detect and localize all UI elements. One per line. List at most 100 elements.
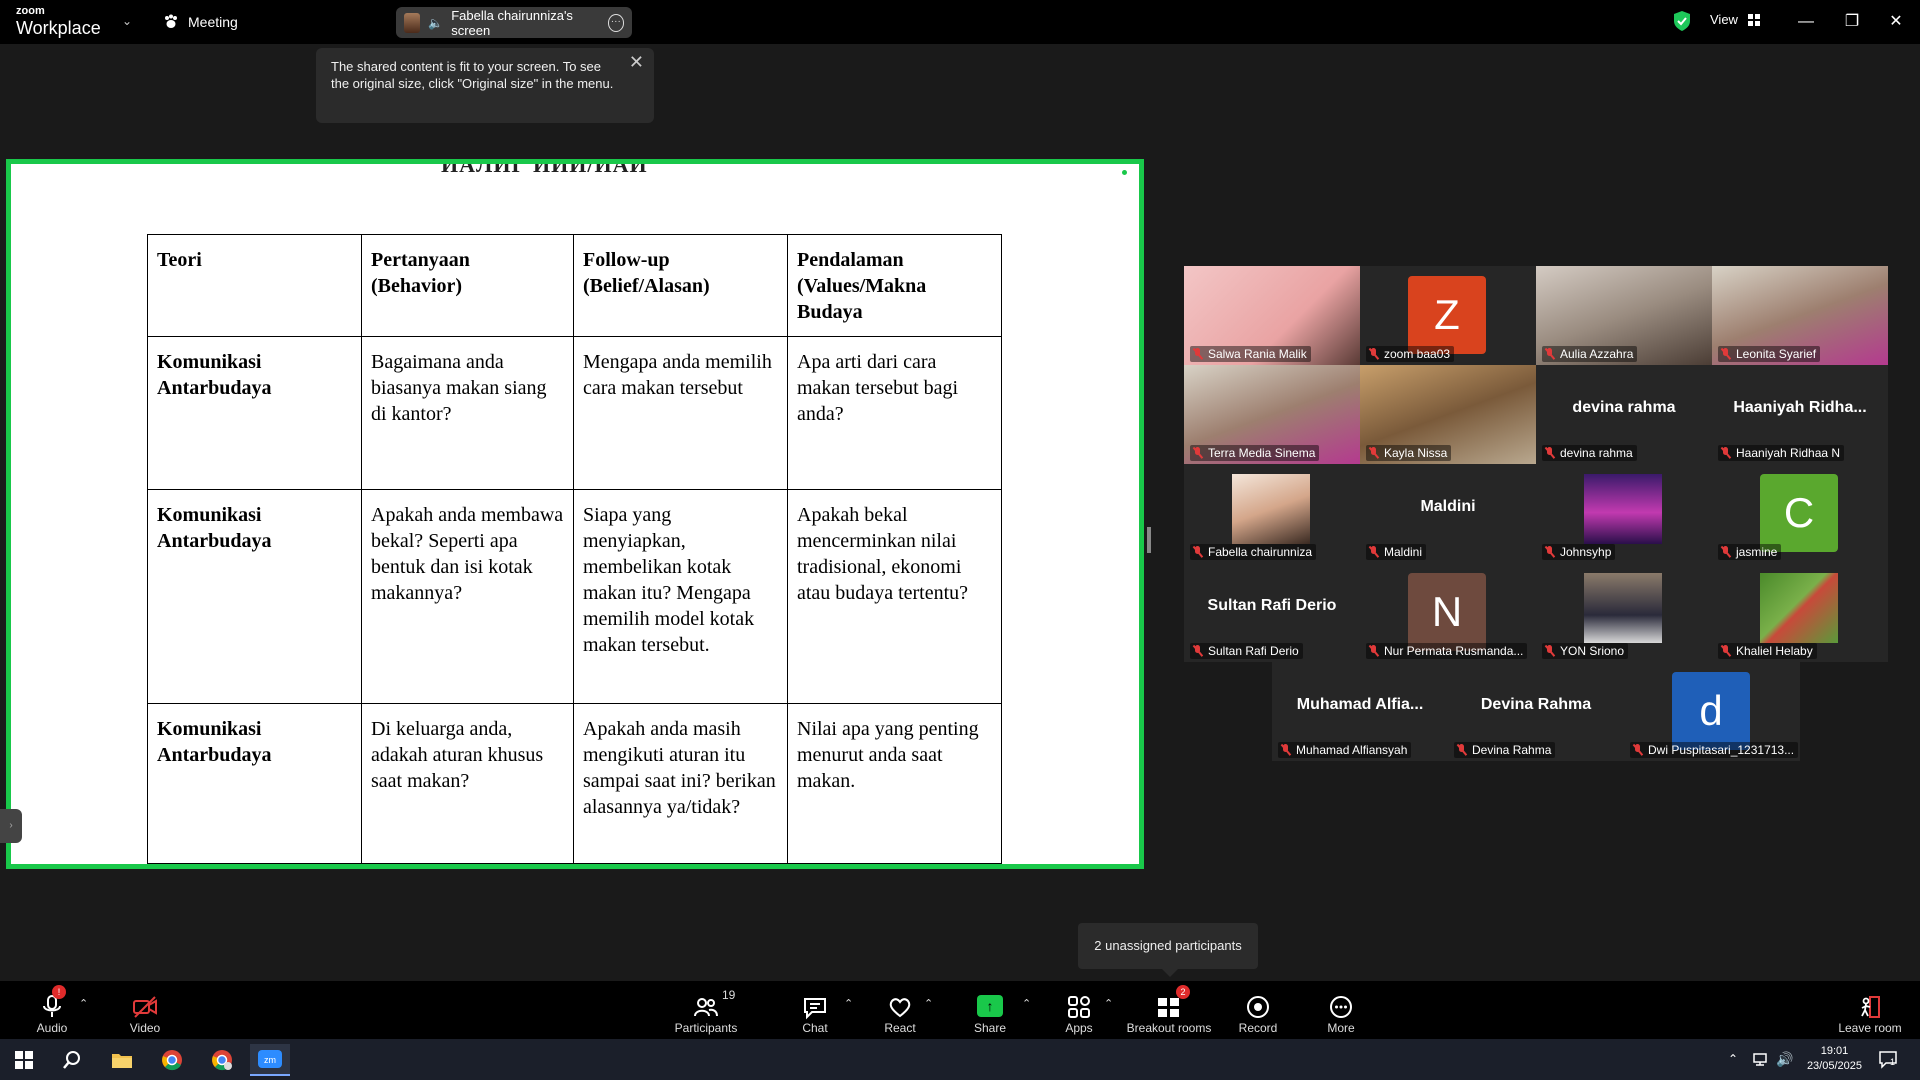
view-button[interactable]: View (1710, 12, 1760, 27)
participant-name-label: devina rahma (1542, 445, 1637, 461)
notification-center-button[interactable]: 1 (1878, 1049, 1898, 1069)
participant-tile[interactable]: Cjasmine (1712, 464, 1888, 563)
chevron-down-icon[interactable]: ⌄ (122, 14, 132, 28)
file-explorer-button[interactable] (102, 1044, 142, 1076)
zoom-taskbar-button[interactable]: zm (250, 1044, 290, 1076)
mic-muted-icon (1544, 348, 1556, 360)
unassigned-participants-tooltip: 2 unassigned participants (1078, 923, 1258, 977)
participant-tile[interactable]: Johnsyhp (1536, 464, 1712, 563)
shield-check-icon[interactable] (1672, 10, 1692, 32)
chat-icon (804, 998, 826, 1020)
participant-name-label: Leonita Syarief (1718, 346, 1821, 362)
screen-share-indicator[interactable]: 🔈 Fabella chairunniza's screen ··· (396, 7, 632, 38)
participant-tile[interactable]: Fabella chairunniza (1184, 464, 1360, 563)
participant-tile[interactable]: Kayla Nissa (1360, 365, 1536, 464)
show-hidden-icons[interactable]: ⌃ (1728, 1039, 1738, 1080)
apps-options-caret[interactable]: ⌃ (1104, 997, 1113, 1010)
table-cell: Komunikasi Antarbudaya (147, 703, 362, 864)
share-button[interactable]: ↑ Share (974, 987, 1006, 1035)
close-button[interactable]: ✕ (1882, 8, 1910, 36)
mic-muted-icon (1368, 348, 1380, 360)
more-button[interactable]: More (1324, 987, 1358, 1035)
participant-tile[interactable]: Aulia Azzahra (1536, 266, 1712, 365)
participant-tile[interactable]: d Dwi Puspitasari_1231713... (1624, 662, 1800, 761)
shared-screen[interactable]: ИАЛИГ ИИИ/ИАИ Teori Pertanyaan (Behavior… (6, 159, 1144, 869)
search-button[interactable] (52, 1044, 92, 1076)
participant-tile[interactable]: Devina Rahma Devina Rahma (1448, 662, 1624, 761)
meeting-label: Meeting (188, 14, 238, 30)
record-button[interactable]: Record (1238, 987, 1278, 1035)
participant-tile[interactable]: Muhamad Alfia... Muhamad Alfiansyah (1272, 662, 1448, 761)
participant-display-name: Maldini (1420, 498, 1476, 515)
chat-label: Chat (802, 1021, 828, 1035)
participant-name-label: Johnsyhp (1542, 544, 1616, 560)
table-row: Komunikasi Antarbudaya Apakah anda memba… (147, 489, 1002, 704)
participant-tile[interactable]: Khaliel Helaby (1712, 563, 1888, 662)
volume-icon[interactable]: 🔊 (1776, 1039, 1793, 1080)
participant-tile[interactable]: Maldini Maldini (1360, 464, 1536, 563)
table-cell: Mengapa anda memilih cara makan tersebut (573, 336, 788, 490)
svg-text:zm: zm (264, 1055, 276, 1065)
participant-tile[interactable]: Zzoom baa03 (1360, 266, 1536, 365)
participant-tile[interactable]: Haaniyah Ridha... Haaniyah Ridhaa N (1712, 365, 1888, 464)
participants-label: Participants (674, 1021, 738, 1035)
participant-tile[interactable]: Sultan Rafi Derio Sultan Rafi Derio (1184, 563, 1360, 662)
resize-splitter[interactable] (1147, 527, 1151, 553)
mic-muted-icon (1720, 546, 1732, 558)
participant-tile[interactable]: Leonita Syarief (1712, 266, 1888, 365)
participant-name-label: YON Sriono (1542, 643, 1629, 659)
restore-button[interactable]: ❐ (1838, 8, 1866, 36)
participant-profile-photo (1232, 474, 1310, 544)
video-label: Video (129, 1021, 161, 1035)
more-icon (1330, 996, 1352, 1018)
record-icon (1247, 996, 1269, 1018)
apps-button[interactable]: Apps (1064, 987, 1094, 1035)
participant-display-name: Haaniyah Ridha... (1733, 399, 1867, 416)
participant-name-label: Maldini (1366, 544, 1427, 560)
title-bar: zoom Workplace ⌄ Meeting 🔈 Fabella chair… (0, 0, 1920, 44)
participants-button[interactable]: Participants 19 (674, 987, 738, 1035)
expand-panel-handle[interactable]: › (0, 809, 22, 843)
react-options-caret[interactable]: ⌃ (924, 997, 933, 1010)
participant-name-label: Devina Rahma (1454, 742, 1556, 758)
brand-large: Workplace (16, 18, 101, 38)
participant-tile[interactable]: YON Sriono (1536, 563, 1712, 662)
windows-taskbar: zm ⌃ 🔊 19:01 23/05/2025 1 (0, 1039, 1920, 1080)
video-button[interactable]: Video (128, 987, 162, 1035)
breakout-rooms-button[interactable]: Breakout rooms 2 (1126, 985, 1212, 1035)
participant-display-name: devina rahma (1572, 399, 1676, 416)
leave-room-button[interactable]: Leave room (1838, 987, 1902, 1035)
mic-muted-icon (1368, 645, 1380, 657)
document-title-cut: ИАЛИГ ИИИ/ИАИ (441, 159, 648, 177)
chat-button[interactable]: Chat (800, 987, 830, 1035)
more-options-icon[interactable]: ··· (607, 13, 624, 32)
participant-profile-photo (1760, 573, 1838, 643)
react-button[interactable]: React (884, 987, 916, 1035)
participant-tile[interactable]: N Nur Permata Rusmanda... (1360, 563, 1536, 662)
windows-logo-icon (15, 1051, 33, 1069)
participant-profile-photo (1584, 573, 1662, 643)
mic-muted-icon (1544, 645, 1556, 657)
chrome-profile-button[interactable] (202, 1044, 242, 1076)
network-icon[interactable] (1752, 1051, 1770, 1067)
participant-name-label: Dwi Puspitasari_1231713... (1630, 742, 1799, 758)
participant-tile[interactable]: Terra Media Sinema (1184, 365, 1360, 464)
chat-options-caret[interactable]: ⌃ (844, 997, 853, 1010)
mic-muted-icon (1544, 447, 1556, 459)
participant-name: jasmine (1736, 545, 1778, 559)
close-icon[interactable]: ✕ (629, 53, 644, 71)
mic-muted-icon (1192, 447, 1204, 459)
audio-button[interactable]: Audio ! (36, 985, 68, 1035)
share-options-caret[interactable]: ⌃ (1022, 997, 1031, 1010)
participant-tile[interactable]: devina rahma devina rahma (1536, 365, 1712, 464)
audio-options-caret[interactable]: ⌃ (79, 997, 88, 1010)
system-clock[interactable]: 19:01 23/05/2025 (1807, 1044, 1862, 1074)
participant-name: Devina Rahma (1472, 743, 1552, 757)
chrome-button[interactable] (152, 1044, 192, 1076)
windows-start-button[interactable] (4, 1044, 44, 1076)
participant-tile[interactable]: Salwa Rania Malik (1184, 266, 1360, 365)
minimize-button[interactable]: — (1792, 8, 1820, 36)
brand-small: zoom (16, 5, 45, 17)
meeting-button[interactable]: Meeting (162, 12, 238, 32)
participant-initial-avatar: d (1672, 672, 1750, 750)
